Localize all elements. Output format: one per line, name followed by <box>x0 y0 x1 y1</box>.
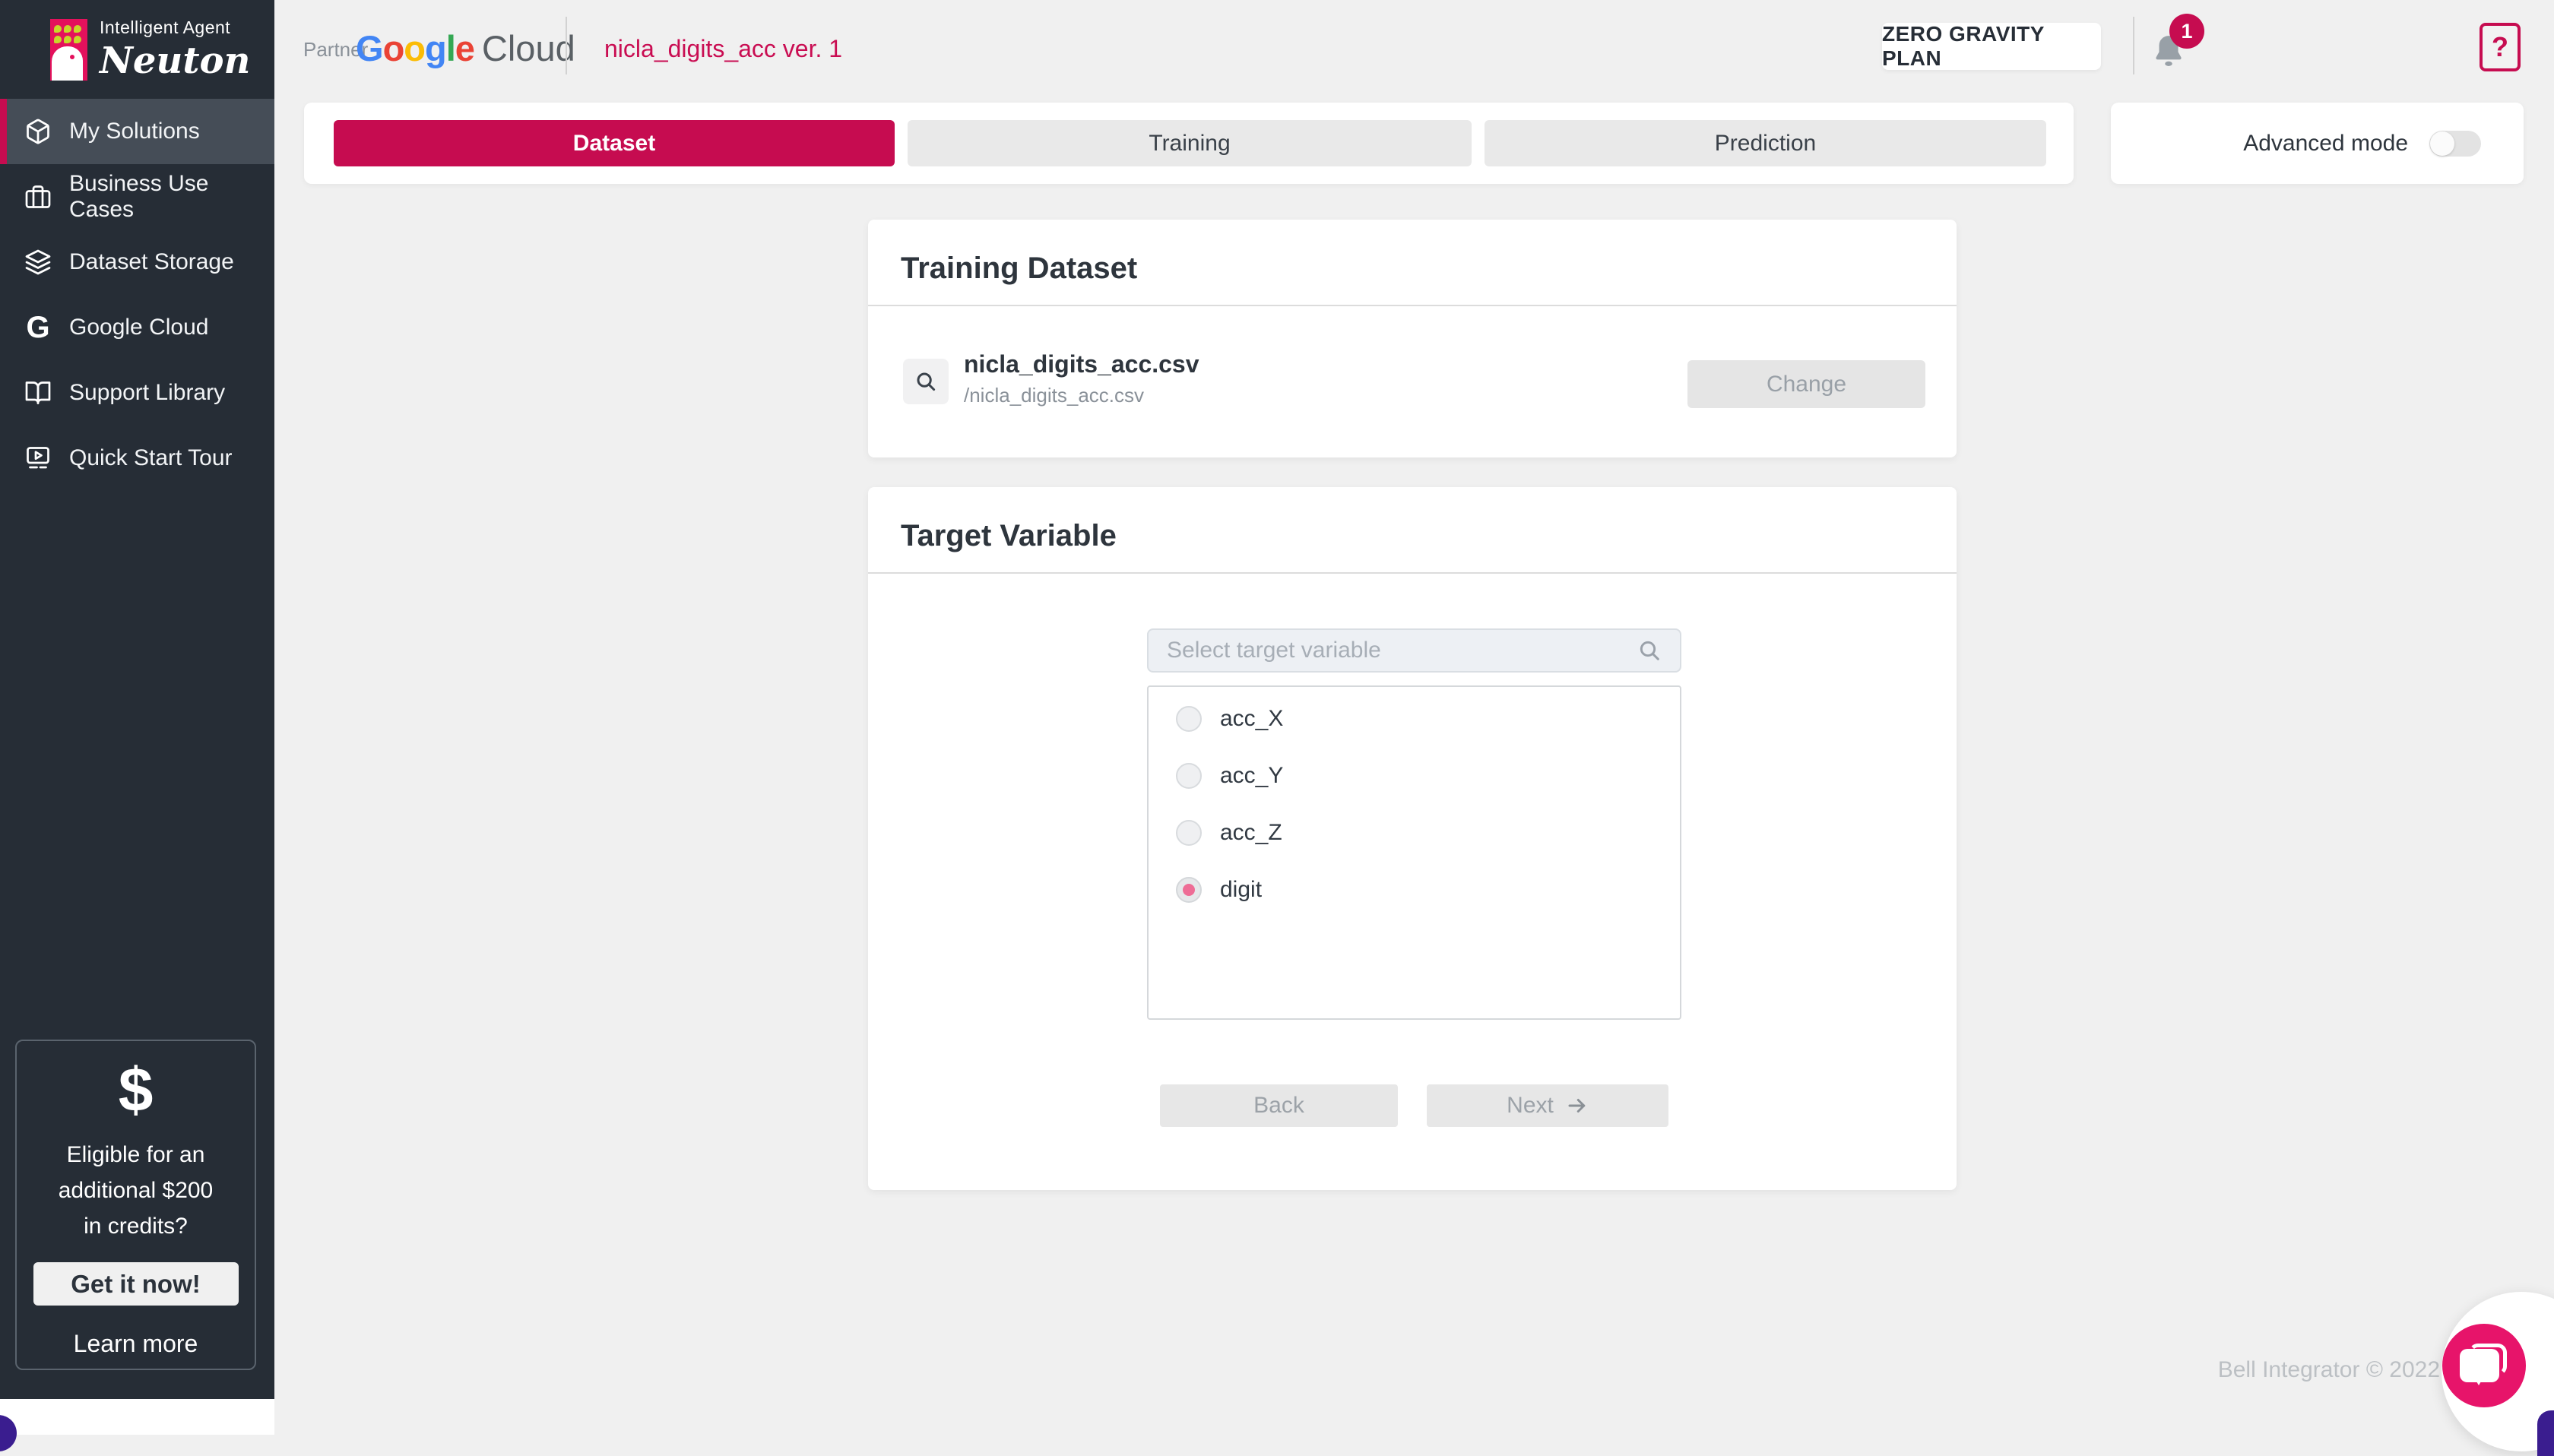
advanced-mode-toggle[interactable] <box>2429 131 2481 157</box>
advanced-mode-panel: Advanced mode <box>2111 103 2524 184</box>
tab-prediction[interactable]: Prediction <box>1485 120 2046 166</box>
credits-promo-box: $ Eligible for an additional $200 in cre… <box>15 1040 256 1370</box>
change-dataset-button[interactable]: Change <box>1687 360 1925 408</box>
brand-name: Neuton <box>100 40 250 82</box>
neuton-logo-icon <box>50 19 87 81</box>
target-variable-options-list: acc_X acc_Y acc_Z digit <box>1147 685 1681 1020</box>
sidebar-item-support-library[interactable]: Support Library <box>0 360 274 426</box>
arrow-right-icon <box>1566 1094 1589 1117</box>
sidebar-item-business-use-cases[interactable]: Business Use Cases <box>0 164 274 229</box>
radio-option-acc_Z[interactable]: acc_Z <box>1149 804 1680 861</box>
sidebar-item-dataset-storage[interactable]: Dataset Storage <box>0 229 274 295</box>
target-variable-search-input[interactable] <box>1167 638 1625 663</box>
radio-option-acc_Y[interactable]: acc_Y <box>1149 747 1680 804</box>
dataset-search-icon <box>903 359 949 404</box>
corner-widget-right <box>2537 1410 2554 1456</box>
sidebar-item-label: Support Library <box>69 380 225 406</box>
topbar-divider <box>2133 17 2134 74</box>
tab-dataset[interactable]: Dataset <box>334 120 895 166</box>
sidebar-item-label: My Solutions <box>69 119 200 144</box>
sidebar-item-label: Dataset Storage <box>69 249 234 275</box>
cube-icon <box>24 118 52 145</box>
radio-option-label: acc_X <box>1220 706 1283 732</box>
briefcase-icon <box>24 183 52 210</box>
sidebar: Intelligent Agent Neuton My Solutions Bu… <box>0 0 274 1399</box>
book-icon <box>24 379 52 407</box>
workflow-tabs: Dataset Training Prediction <box>304 103 2074 184</box>
video-tour-icon <box>24 445 52 472</box>
sidebar-item-label: Google Cloud <box>69 315 208 340</box>
dataset-file-path: /nicla_digits_acc.csv <box>964 384 1144 407</box>
radio-icon[interactable] <box>1176 706 1202 732</box>
radio-option-label: acc_Z <box>1220 820 1282 846</box>
tab-training[interactable]: Training <box>908 120 1472 166</box>
sidebar-item-google-cloud[interactable]: G Google Cloud <box>0 295 274 360</box>
dollar-icon: $ <box>17 1055 255 1126</box>
promo-text: Eligible for an additional $200 in credi… <box>17 1137 255 1244</box>
back-button[interactable]: Back <box>1160 1084 1398 1127</box>
zero-gravity-plan-button[interactable]: ZERO GRAVITY PLAN <box>1882 23 2101 70</box>
target-variable-search-box <box>1147 628 1681 673</box>
radio-icon[interactable] <box>1176 820 1202 846</box>
training-dataset-title: Training Dataset <box>901 252 1137 286</box>
divider <box>868 305 1957 306</box>
brand-tagline: Intelligent Agent <box>100 17 250 38</box>
radio-option-digit[interactable]: digit <box>1149 861 1680 918</box>
sidebar-item-label: Quick Start Tour <box>69 445 233 471</box>
search-icon <box>1637 638 1662 663</box>
target-variable-card: Target Variable acc_X acc_Y acc_Z digit … <box>868 487 1957 1190</box>
divider <box>868 572 1957 574</box>
radio-icon[interactable] <box>1176 763 1202 789</box>
project-title: nicla_digits_acc ver. 1 <box>604 35 842 63</box>
copyright-text: Bell Integrator © 2022 <box>2218 1357 2440 1383</box>
sidebar-item-my-solutions[interactable]: My Solutions <box>0 99 274 164</box>
sidebar-nav: My Solutions Business Use Cases Dataset … <box>0 99 274 491</box>
google-cloud-logo: GoogleCloud <box>356 27 575 69</box>
get-it-now-button[interactable]: Get it now! <box>33 1262 239 1306</box>
training-dataset-card: Training Dataset nicla_digits_acc.csv /n… <box>868 220 1957 457</box>
toggle-thumb <box>2430 131 2454 156</box>
target-variable-title: Target Variable <box>901 519 1117 553</box>
radio-option-acc_X[interactable]: acc_X <box>1149 690 1680 747</box>
radio-option-label: digit <box>1220 877 1262 903</box>
topbar-divider <box>566 17 567 74</box>
dataset-file-name: nicla_digits_acc.csv <box>964 350 1199 378</box>
sidebar-bottom-strip <box>0 1399 274 1435</box>
advanced-mode-label: Advanced mode <box>2243 131 2408 157</box>
radio-option-label: acc_Y <box>1220 763 1283 789</box>
google-g-icon: G <box>24 314 52 341</box>
chat-bubble-icon <box>2460 1344 2508 1388</box>
app-logo: Intelligent Agent Neuton <box>0 0 274 99</box>
next-button[interactable]: Next <box>1427 1084 1668 1127</box>
layers-icon <box>24 248 52 276</box>
radio-icon[interactable] <box>1176 877 1202 903</box>
help-button[interactable]: ? <box>2480 23 2521 71</box>
chat-button[interactable] <box>2442 1324 2526 1407</box>
sidebar-item-quick-start-tour[interactable]: Quick Start Tour <box>0 426 274 491</box>
learn-more-link[interactable]: Learn more <box>17 1330 255 1358</box>
sidebar-item-label: Business Use Cases <box>69 171 274 223</box>
notification-badge: 1 <box>2169 14 2204 49</box>
